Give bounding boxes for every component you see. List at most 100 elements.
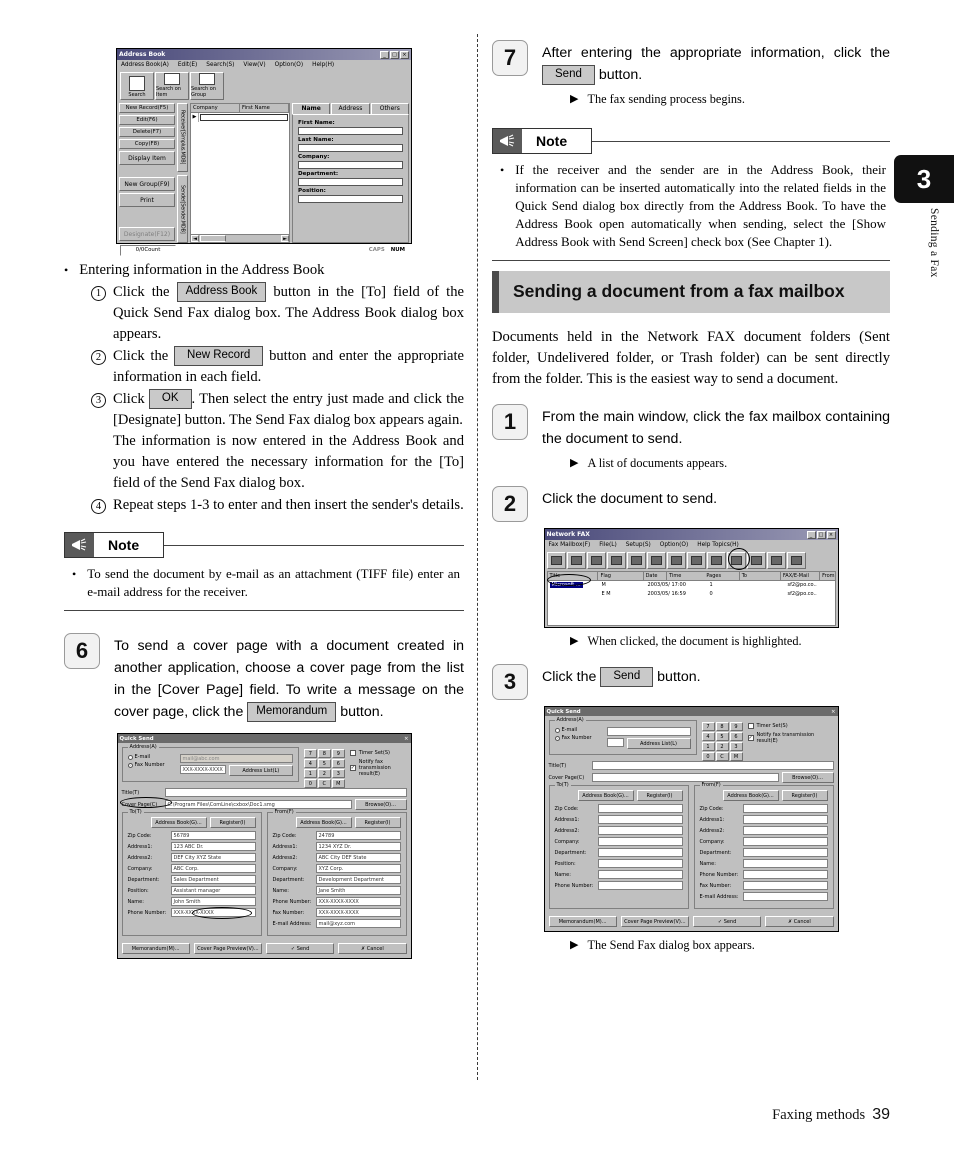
radio-email[interactable]: E-mail <box>554 727 603 733</box>
key-2[interactable]: 2 <box>715 742 729 751</box>
key-4[interactable]: 4 <box>701 732 715 741</box>
title-input[interactable] <box>164 788 407 797</box>
key-3[interactable]: 3 <box>729 742 743 751</box>
key-6[interactable]: 6 <box>729 732 743 741</box>
send-button[interactable]: ✓ Send <box>693 916 762 927</box>
close-icon[interactable]: × <box>400 50 409 59</box>
menu-setup[interactable]: Setup(S) <box>626 542 651 548</box>
key-7[interactable]: 7 <box>701 722 715 731</box>
scroll-left-icon[interactable]: ◄ <box>191 235 199 242</box>
key-5[interactable]: 5 <box>317 759 331 768</box>
new-group-button[interactable]: New Group(F9) <box>119 177 175 191</box>
tab-name[interactable]: Name <box>292 103 331 114</box>
view-icon[interactable] <box>646 552 666 569</box>
field-input[interactable] <box>597 837 683 846</box>
key-2[interactable]: 2 <box>317 769 331 778</box>
menubar[interactable]: Fax Mailbox(F) File(L) Setup(S) Option(O… <box>545 540 838 550</box>
menu-view[interactable]: View(V) <box>243 62 265 68</box>
tab-sender[interactable]: Sender[Sender.MDB] <box>177 174 188 243</box>
key-4[interactable]: 4 <box>303 759 317 768</box>
input-company[interactable] <box>298 161 403 169</box>
email-input[interactable]: mail@abc.com <box>179 754 293 763</box>
maximize-icon[interactable]: □ <box>390 50 399 59</box>
save-icon[interactable] <box>766 552 786 569</box>
to-register-button[interactable]: Register(I) <box>209 817 256 828</box>
field-input[interactable] <box>742 826 828 835</box>
cover-page-preview-button[interactable]: Cover Page Preview(V)... <box>193 943 262 954</box>
from-address-book-button[interactable]: Address Book(G)... <box>722 790 779 801</box>
field-input[interactable] <box>742 837 828 846</box>
field-input[interactable]: 123 ABC Dr. <box>170 842 256 851</box>
in-box-icon[interactable] <box>566 552 586 569</box>
field-input[interactable]: Jane Smith <box>315 886 401 895</box>
tab-receiver[interactable]: Receiver[Simplus.MDB] <box>177 103 188 172</box>
timer-set-checkbox[interactable]: Timer Set(S) <box>747 723 834 729</box>
field-input[interactable]: XXX-XXXX-XXXX <box>315 897 401 906</box>
minimize-icon[interactable]: _ <box>806 530 816 539</box>
field-input[interactable]: 24789 <box>315 831 401 840</box>
radio-email[interactable]: E-mail <box>127 754 176 760</box>
reply-icon[interactable] <box>686 552 706 569</box>
toolbar[interactable]: Search Search on Item Search on Group <box>117 70 411 102</box>
timer-set-checkbox[interactable]: Timer Set(S) <box>349 750 407 756</box>
input-position[interactable] <box>298 195 403 203</box>
field-input[interactable] <box>597 815 683 824</box>
input-department[interactable] <box>298 178 403 186</box>
scroll-thumb[interactable] <box>200 235 226 242</box>
close-icon[interactable]: × <box>404 736 409 742</box>
cover-page-input[interactable]: C:\Program Files\ComLine\cxbox\Doc1.smg <box>164 800 352 809</box>
address-book-vertical-tabs[interactable]: Receiver[Simplus.MDB] Sender[Sender.MDB] <box>177 103 188 243</box>
maximize-icon[interactable]: □ <box>816 530 826 539</box>
ok-chip[interactable]: OK <box>148 389 192 409</box>
copy-button[interactable]: Copy(F8) <box>119 139 175 149</box>
window-controls[interactable]: _ □ × <box>380 50 409 59</box>
menu-help-topics[interactable]: Help Topics(H) <box>697 542 739 548</box>
memorandum-button[interactable]: Memorandum(M)... <box>121 943 190 954</box>
address-list-button[interactable]: Address List(L) <box>228 765 293 776</box>
browse-button[interactable]: Browse(O)... <box>354 799 407 810</box>
menubar[interactable]: Address Book(A) Edit(E) Search(S) View(V… <box>117 60 411 70</box>
field-input[interactable] <box>597 848 683 857</box>
edit-button[interactable]: Edit(F6) <box>119 115 175 125</box>
grid-row[interactable]: ▶ <box>191 113 289 122</box>
tab-address[interactable]: Address <box>331 103 370 114</box>
memorandum-button[interactable]: Memorandum(M)... <box>548 916 617 927</box>
scroll-right-icon[interactable]: ► <box>281 235 289 242</box>
print-button[interactable]: Print <box>119 193 175 207</box>
field-input[interactable]: XXX-XXXX-XXXX <box>170 908 256 917</box>
menu-help[interactable]: Help(H) <box>312 62 334 68</box>
from-address-book-button[interactable]: Address Book(G)... <box>295 817 352 828</box>
send-chip[interactable]: Send <box>542 65 595 85</box>
field-input[interactable]: Sales Department <box>170 875 256 884</box>
key-1[interactable]: 1 <box>303 769 317 778</box>
field-input[interactable] <box>597 826 683 835</box>
close-icon[interactable]: × <box>826 530 836 539</box>
print-icon[interactable] <box>666 552 686 569</box>
menu-edit[interactable]: Edit(E) <box>178 62 197 68</box>
radio-fax-number[interactable]: Fax Number <box>127 762 176 768</box>
field-input[interactable] <box>597 870 683 879</box>
field-input[interactable] <box>742 870 828 879</box>
field-input[interactable] <box>742 892 828 901</box>
field-input[interactable]: XYZ Corp. <box>315 864 401 873</box>
field-input[interactable] <box>742 815 828 824</box>
grid-hscrollbar[interactable]: ◄ ► <box>191 234 289 242</box>
grid-cell[interactable] <box>200 114 288 121</box>
sent-icon[interactable] <box>586 552 606 569</box>
send-icon[interactable] <box>726 552 746 569</box>
detail-tabs[interactable]: Name Address Others <box>292 103 409 114</box>
to-address-book-button[interactable]: Address Book(G)... <box>577 790 634 801</box>
address-book-grid[interactable]: Company First Name ▶ ◄ ► <box>190 103 290 243</box>
new-mail-icon[interactable] <box>626 552 646 569</box>
key-9[interactable]: 9 <box>729 722 743 731</box>
field-input[interactable] <box>597 804 683 813</box>
display-item-button[interactable]: Display Item <box>119 151 175 165</box>
toolbar-search-item-button[interactable]: Search on Item <box>155 72 189 100</box>
numeric-keypad[interactable]: 7 8 9 4 5 6 1 2 3 0 C M <box>303 749 345 788</box>
field-input[interactable] <box>597 881 683 890</box>
key-9[interactable]: 9 <box>331 749 345 758</box>
send-chip[interactable]: Send <box>600 667 654 687</box>
key-memory[interactable]: M <box>729 752 743 761</box>
menu-fax-mailbox[interactable]: Fax Mailbox(F) <box>549 542 591 548</box>
key-memory[interactable]: M <box>331 779 345 788</box>
